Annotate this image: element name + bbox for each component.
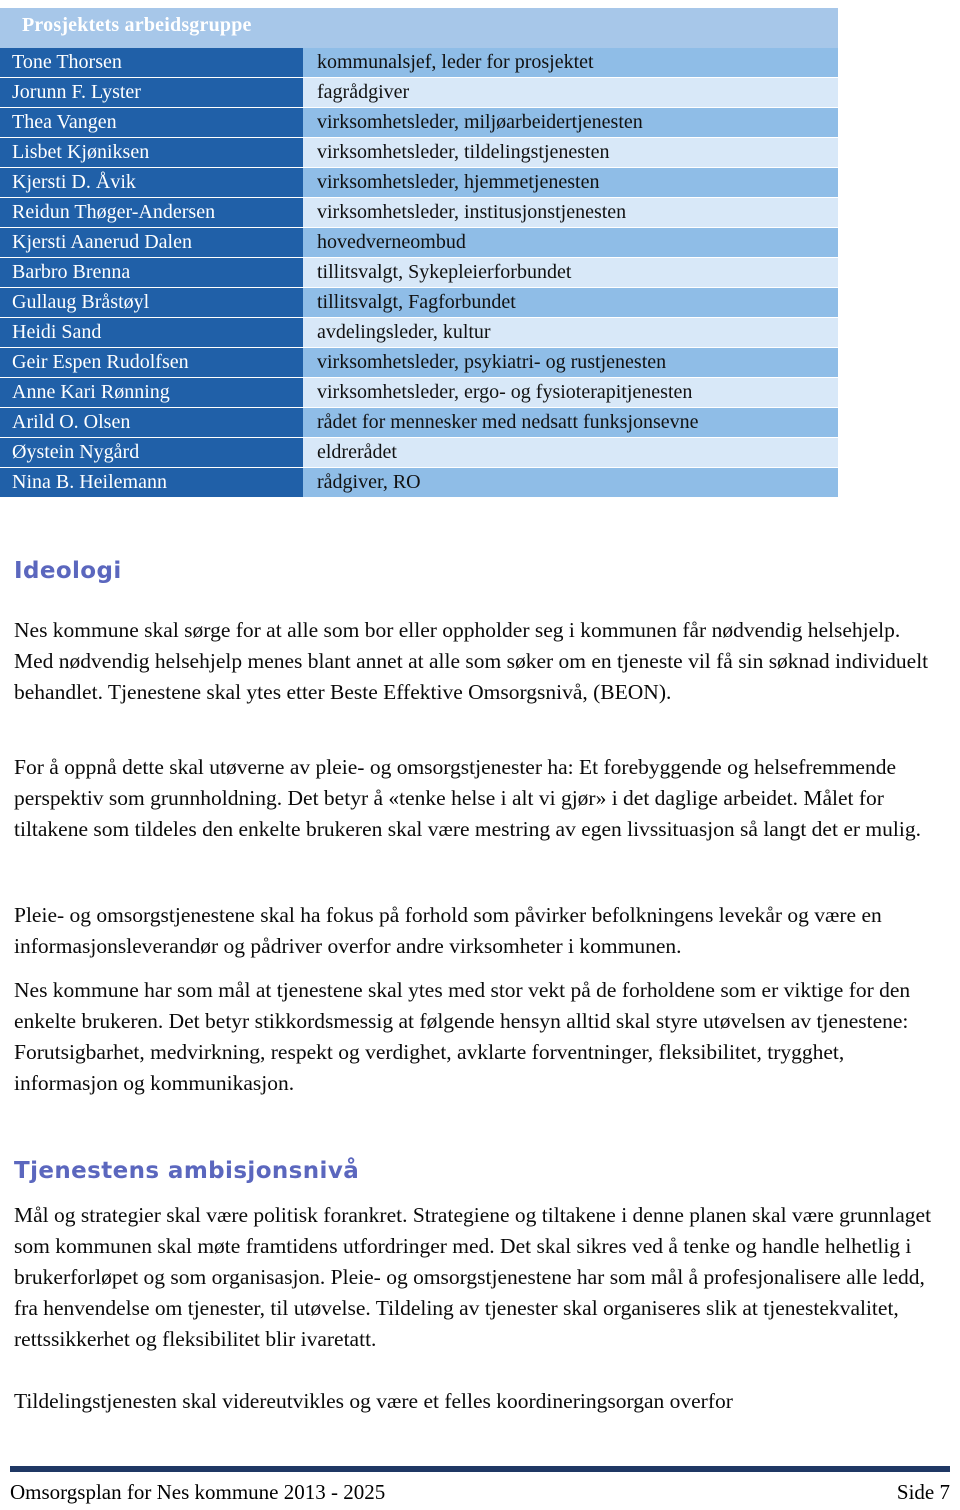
table-cell-name: Jorunn F. Lyster (0, 78, 303, 107)
table-row: Kjersti Aanerud Dalen hovedverneombud (0, 228, 838, 257)
footer-document-title: Omsorgsplan for Nes kommune 2013 - 2025 (10, 1480, 386, 1504)
table-row: Heidi Sand avdelingsleder, kultur (0, 318, 838, 347)
table-cell-name: Heidi Sand (0, 318, 303, 347)
paragraph-ambisjonsniva-1: Mål og strategier skal være politisk for… (14, 1203, 932, 1351)
table-cell-role: rådgiver, RO (303, 468, 838, 497)
workgroup-table: Prosjektets arbeidsgruppe Tone Thorsen ko… (0, 8, 838, 498)
table-cell-name: Arild O. Olsen (0, 408, 303, 437)
table-cell-name: Gullaug Bråstøyl (0, 288, 303, 317)
paragraph-ideologi-2: For å oppnå dette skal utøverne av pleie… (14, 755, 921, 841)
table-row: Kjersti D. Åvik virksomhetsleder, hjemmet… (0, 168, 838, 197)
table-row: Lisbet Kjøniksen virksomhetsleder, tildel… (0, 138, 838, 167)
table-row: Nina B. Heilemann rådgiver, RO (0, 468, 838, 497)
table-cell-role: virksomhetsleder, psykiatri- og rustjene… (303, 348, 838, 377)
table-cell-role: rådet for mennesker med nedsatt funksjon… (303, 408, 838, 437)
footer-divider (10, 1466, 950, 1472)
table-cell-name: Nina B. Heilemann (0, 468, 303, 497)
paragraph-ideologi-4: Nes kommune har som mål at tjenestene sk… (14, 978, 911, 1095)
table-row: Reidun Thøger-Andersen virksomhetsleder, … (0, 198, 838, 227)
table-cell-role: kommunalsjef, leder for prosjektet (303, 48, 838, 77)
section-heading-ideologi: Ideologi (14, 558, 122, 584)
table-cell-name: Kjersti D. Åvik (0, 168, 303, 197)
table-cell-name: Geir Espen Rudolfsen (0, 348, 303, 377)
table-body: Tone Thorsen kommunalsjef, leder for pros… (0, 48, 838, 497)
table-cell-name: Reidun Thøger-Andersen (0, 198, 303, 227)
paragraph-ambisjonsniva-2: Tildelingstjenesten skal videreutvikles … (14, 1389, 733, 1413)
table-cell-role: tillitsvalgt, Fagforbundet (303, 288, 838, 317)
paragraph-ideologi-1: Nes kommune skal sørge for at alle som b… (14, 618, 929, 704)
paragraph-ideologi-3: Pleie- og omsorgstjenestene skal ha foku… (14, 903, 882, 958)
table-cell-role: virksomhetsleder, miljøarbeidertjenesten (303, 108, 838, 137)
table-cell-name: Barbro Brenna (0, 258, 303, 287)
table-cell-name: Thea Vangen (0, 108, 303, 137)
table-cell-name: Øystein Nygård (0, 438, 303, 467)
table-row: Gullaug Bråstøyl tillitsvalgt, Fagforbund… (0, 288, 838, 317)
table-cell-role: hovedverneombud (303, 228, 838, 257)
table-cell-name: Anne Kari Rønning (0, 378, 303, 407)
table-cell-role: eldrerådet (303, 438, 838, 467)
table-cell-name: Kjersti Aanerud Dalen (0, 228, 303, 257)
footer-page-number: Side 7 (896, 1480, 950, 1504)
table-row: Øystein Nygård eldrerådet (0, 438, 838, 467)
table-cell-role: virksomhetsleder, ergo- og fysioterapitj… (303, 378, 838, 407)
table-row: Tone Thorsen kommunalsjef, leder for pros… (0, 48, 838, 77)
table-header-band: Prosjektets arbeidsgruppe (0, 8, 838, 48)
table-row: Barbro Brenna tillitsvalgt, Sykepleierfor… (0, 258, 838, 287)
table-cell-role: virksomhetsleder, institusjonstjenesten (303, 198, 838, 227)
table-cell-role: virksomhetsleder, tildelingstjenesten (303, 138, 838, 167)
table-cell-role: fagrådgiver (303, 78, 838, 107)
table-cell-name: Lisbet Kjøniksen (0, 138, 303, 167)
table-row: Anne Kari Rønning virksomhetsleder, ergo-… (0, 378, 838, 407)
table-cell-role: tillitsvalgt, Sykepleierforbundet (303, 258, 838, 287)
table-row: Jorunn F. Lyster fagrådgiver (0, 78, 838, 107)
section-heading-ambisjonsniva: Tjenestens ambisjonsnivå (14, 1158, 360, 1184)
footer: Omsorgsplan for Nes kommune 2013 - 2025 … (10, 1480, 950, 1505)
table-row: Arild O. Olsen rådet for mennesker med ne… (0, 408, 838, 437)
table-cell-name: Tone Thorsen (0, 48, 303, 77)
table-row: Thea Vangen virksomhetsleder, miljøarbeid… (0, 108, 838, 137)
table-row: Geir Espen Rudolfsen virksomhetsleder, ps… (0, 348, 838, 377)
table-cell-role: avdelingsleder, kultur (303, 318, 838, 347)
table-title: Prosjektets arbeidsgruppe (22, 14, 252, 36)
table-cell-role: virksomhetsleder, hjemmetjenesten (303, 168, 838, 197)
